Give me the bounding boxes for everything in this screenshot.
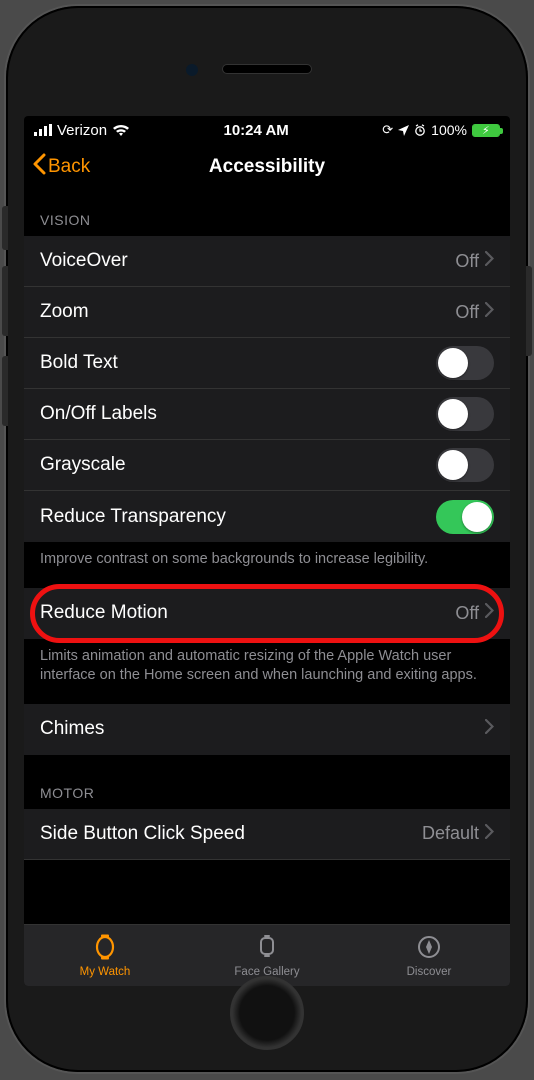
footer-reduce-transparency: Improve contrast on some backgrounds to … — [24, 542, 510, 588]
volume-down — [2, 356, 8, 426]
back-button[interactable]: Back — [32, 153, 90, 181]
battery-icon: ⚡︎ — [472, 124, 500, 137]
home-button[interactable] — [230, 976, 304, 1050]
row-label: Bold Text — [40, 352, 436, 374]
row-label: Reduce Motion — [40, 602, 455, 624]
face-gallery-icon — [253, 934, 281, 963]
phone-frame: Verizon 10:24 AM ⟳ 100% ⚡︎ — [6, 6, 528, 1072]
carrier-label: Verizon — [57, 122, 107, 139]
toggle-grayscale[interactable] — [436, 448, 494, 482]
row-label: Grayscale — [40, 454, 436, 476]
row-reduce-transparency[interactable]: Reduce Transparency — [24, 491, 510, 542]
compass-icon — [415, 934, 443, 963]
section-header-motor: MOTOR — [24, 755, 510, 809]
chevron-left-icon — [32, 153, 46, 181]
wifi-icon — [112, 124, 130, 137]
section-header-vision: VISION — [24, 190, 510, 236]
chevron-right-icon — [485, 602, 494, 624]
alarm-icon — [414, 124, 426, 136]
toggle-bold-text[interactable] — [436, 346, 494, 380]
orientation-lock-icon: ⟳ — [382, 122, 393, 138]
row-side-button-speed[interactable]: Side Button Click Speed Default — [24, 809, 510, 860]
front-camera — [186, 64, 198, 76]
row-value: Default — [422, 823, 479, 844]
row-bold-text[interactable]: Bold Text — [24, 338, 510, 389]
page-title: Accessibility — [24, 156, 510, 178]
row-onoff-labels[interactable]: On/Off Labels — [24, 389, 510, 440]
row-label: Chimes — [40, 718, 485, 740]
chevron-right-icon — [485, 823, 494, 845]
chevron-right-icon — [485, 250, 494, 272]
row-grayscale[interactable]: Grayscale — [24, 440, 510, 491]
row-label: Side Button Click Speed — [40, 823, 422, 845]
row-voiceover[interactable]: VoiceOver Off — [24, 236, 510, 287]
toggle-reduce-transparency[interactable] — [436, 500, 494, 534]
tab-label: Discover — [407, 966, 452, 978]
volume-up — [2, 266, 8, 336]
screen: Verizon 10:24 AM ⟳ 100% ⚡︎ — [24, 116, 510, 986]
tab-my-watch[interactable]: My Watch — [24, 925, 186, 986]
clock: 10:24 AM — [224, 122, 289, 139]
toggle-onoff-labels[interactable] — [436, 397, 494, 431]
footer-reduce-motion: Limits animation and automatic resizing … — [24, 639, 510, 704]
location-icon — [398, 125, 409, 136]
row-value: Off — [455, 603, 479, 624]
tab-label: My Watch — [80, 966, 131, 978]
speaker-grille — [222, 64, 312, 74]
power-button — [526, 266, 532, 356]
row-reduce-motion[interactable]: Reduce Motion Off — [24, 588, 510, 639]
nav-bar: Back Accessibility — [24, 144, 510, 190]
chevron-right-icon — [485, 718, 494, 740]
row-label: VoiceOver — [40, 250, 455, 272]
row-label: Zoom — [40, 301, 455, 323]
row-chimes[interactable]: Chimes — [24, 704, 510, 755]
row-value: Off — [455, 302, 479, 323]
row-zoom[interactable]: Zoom Off — [24, 287, 510, 338]
status-bar: Verizon 10:24 AM ⟳ 100% ⚡︎ — [24, 116, 510, 144]
tab-discover[interactable]: Discover — [348, 925, 510, 986]
watch-icon — [91, 934, 119, 963]
chevron-right-icon — [485, 301, 494, 323]
battery-pct: 100% — [431, 122, 467, 138]
back-label: Back — [48, 156, 90, 178]
row-label: Reduce Transparency — [40, 506, 436, 528]
mute-switch — [2, 206, 8, 250]
row-value: Off — [455, 251, 479, 272]
settings-content: VISION VoiceOver Off Zoom Off Bold Text … — [24, 190, 510, 924]
signal-bars-icon — [34, 124, 52, 136]
row-label: On/Off Labels — [40, 403, 436, 425]
